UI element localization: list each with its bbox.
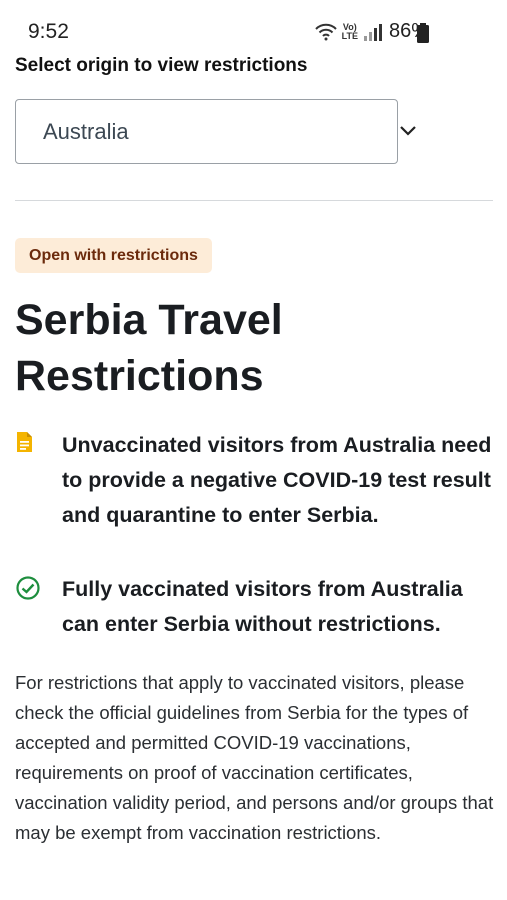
rule-vaccinated: Fully vaccinated visitors from Australia… — [15, 572, 495, 642]
page-title: Serbia Travel Restrictions — [15, 296, 283, 400]
wifi-icon — [314, 23, 337, 40]
origin-select-value: Australia — [43, 119, 129, 144]
battery-icon — [417, 23, 429, 43]
status-time: 9:52 — [28, 20, 69, 43]
document-icon — [15, 428, 45, 533]
rule-unvaccinated: Unvaccinated visitors from Australia nee… — [15, 428, 495, 533]
rule-text: Unvaccinated visitors from Australia nee… — [62, 433, 492, 527]
divider — [15, 200, 493, 201]
volte-icon: Vo) LTE — [341, 22, 358, 41]
check-circle-icon — [15, 572, 45, 642]
status-icons: Vo) LTE 86% — [314, 20, 429, 43]
origin-select[interactable]: Australia — [15, 99, 398, 164]
volte-bottom-label: LTE — [341, 30, 358, 41]
vaccination-info: For restrictions that apply to vaccinate… — [15, 672, 494, 843]
chevron-down-icon[interactable] — [398, 124, 418, 138]
status-badge: Open with restrictions — [15, 238, 212, 273]
signal-icon — [363, 23, 382, 41]
origin-label: Select origin to view restrictions — [15, 55, 308, 76]
rule-text: Fully vaccinated visitors from Australia… — [62, 577, 463, 636]
status-bar: 9:52 Vo) LTE 86% — [0, 0, 507, 52]
